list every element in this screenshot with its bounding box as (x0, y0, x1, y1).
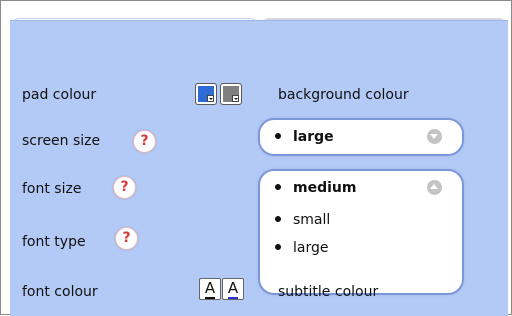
subtitle-colour-button[interactable]: A (222, 278, 244, 300)
pad-colour-label: pad colour (22, 87, 97, 103)
font-type-label: font type (22, 234, 86, 250)
font-colour-button[interactable]: A (199, 278, 221, 300)
bullet-icon (275, 184, 281, 190)
help-icon[interactable]: ? (133, 130, 156, 153)
font-size-option[interactable]: small (275, 212, 330, 228)
screen-size-label: screen size (22, 133, 101, 149)
subtitle-colour-label: subtitle colour (278, 284, 379, 300)
chevron-down-icon (232, 95, 239, 102)
pad-colour-swatch[interactable] (195, 83, 217, 105)
chevron-down-icon[interactable] (427, 129, 442, 144)
chevron-down-icon (207, 95, 214, 102)
screen-size-select[interactable]: large (260, 120, 462, 154)
chevron-up-icon[interactable] (427, 180, 442, 195)
help-icon[interactable]: ? (113, 176, 136, 199)
font-colour-label: font colour (22, 284, 98, 300)
font-size-label: font size (22, 181, 82, 197)
font-size-select[interactable]: medium small large (260, 171, 462, 293)
help-icon[interactable]: ? (115, 227, 138, 250)
bullet-icon (275, 216, 281, 222)
background-colour-label: background colour (278, 87, 409, 103)
appearance-panel: pad colour background colour screen size… (10, 20, 508, 316)
font-size-selected: medium (275, 180, 356, 196)
background-colour-swatch[interactable] (220, 83, 242, 105)
bullet-icon (275, 244, 281, 250)
bullet-icon (275, 133, 281, 139)
font-size-option[interactable]: large (275, 240, 328, 256)
screen-size-selected: large (275, 129, 334, 145)
